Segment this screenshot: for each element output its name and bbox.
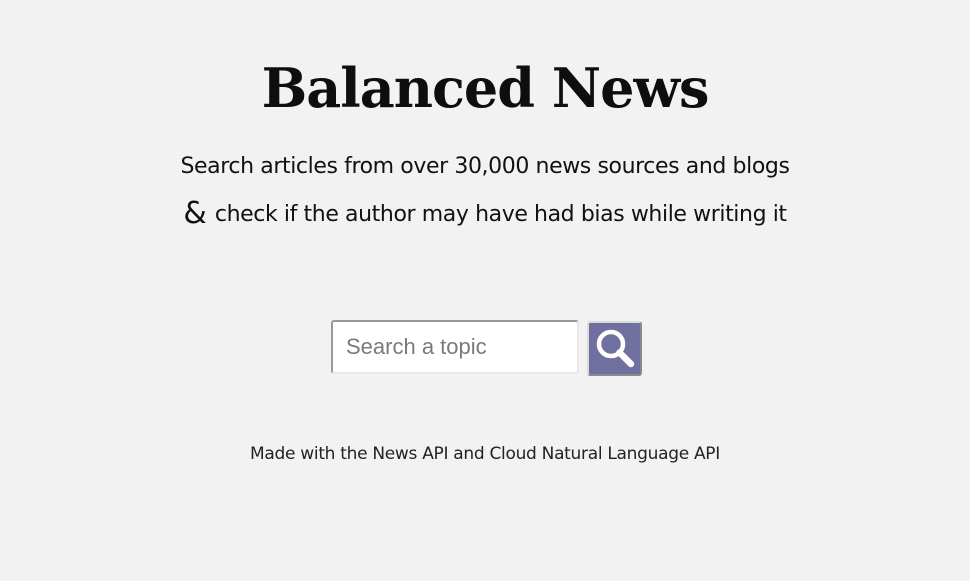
search-button[interactable] bbox=[587, 321, 642, 376]
footer-credit: Made with the News API and Cloud Natural… bbox=[250, 444, 720, 464]
tagline-line-1: Search articles from over 30,000 news so… bbox=[180, 154, 790, 179]
search-input[interactable] bbox=[331, 320, 579, 374]
page-title: Balanced News bbox=[261, 56, 710, 120]
tagline-line-2-text: check if the author may have had bias wh… bbox=[214, 202, 787, 227]
search-icon bbox=[596, 329, 635, 368]
tagline-line-2: & check if the author may have had bias … bbox=[0, 196, 970, 231]
ampersand: & bbox=[183, 196, 207, 231]
